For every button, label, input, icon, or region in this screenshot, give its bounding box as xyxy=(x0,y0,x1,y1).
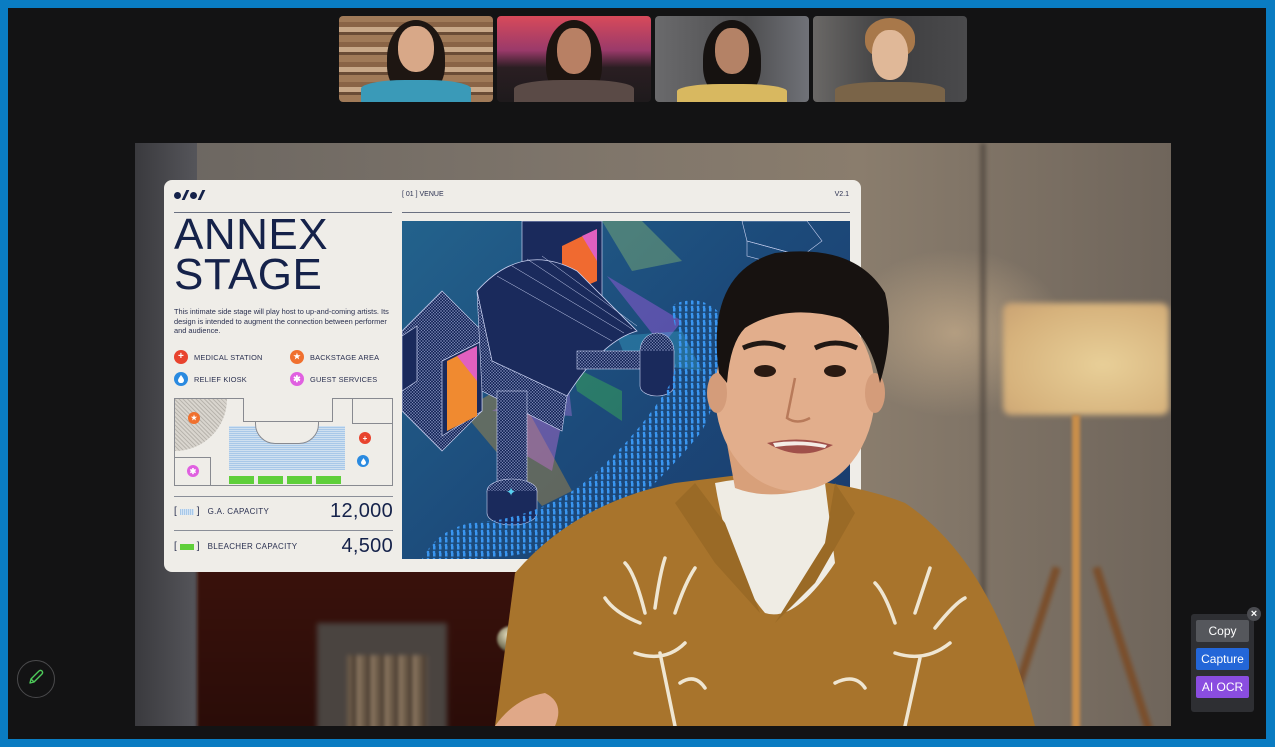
pencil-icon xyxy=(27,668,45,691)
ga-swatch: [ ] xyxy=(174,506,200,517)
title-line-1: ANNEX xyxy=(174,210,329,259)
bleacher-swatch: [ ] xyxy=(174,541,200,552)
main-video-feed: ANNEX STAGE This intimate side stage wil… xyxy=(135,143,1171,726)
participant-tile[interactable] xyxy=(813,16,967,102)
brand-logo xyxy=(174,190,206,200)
copy-button[interactable]: Copy xyxy=(1196,620,1249,642)
water-drop-icon xyxy=(357,455,369,467)
legend-item-relief: RELIEF KIOSK xyxy=(174,372,290,386)
floor-plan: ★ + ✱ xyxy=(174,398,393,486)
capacity-value: 4,500 xyxy=(341,535,393,557)
background-shelf xyxy=(197,563,617,726)
bleacher-block xyxy=(258,476,283,484)
decor-orb xyxy=(497,626,525,652)
close-icon[interactable]: × xyxy=(1247,607,1261,621)
capacity-label: G.A. CAPACITY xyxy=(207,507,270,516)
side-zone xyxy=(352,398,392,424)
plus-icon: + xyxy=(174,350,188,364)
backstage-zone xyxy=(175,399,227,451)
divider xyxy=(402,212,850,213)
participant-strip xyxy=(339,16,967,102)
background-wall-seam xyxy=(980,143,986,726)
legend-item-medical: + MEDICAL STATION xyxy=(174,350,290,364)
divider xyxy=(174,496,393,497)
floor-lamp-pole xyxy=(1072,415,1080,726)
meeting-stage: ANNEX STAGE This intimate side stage wil… xyxy=(8,8,1266,739)
bleacher-block xyxy=(316,476,341,484)
capacity-value: 12,000 xyxy=(330,500,393,522)
svg-text:✦: ✦ xyxy=(506,485,516,499)
version-label: V2.1 xyxy=(834,191,849,198)
venue-poster: ANNEX STAGE This intimate side stage wil… xyxy=(164,180,861,572)
legend: + MEDICAL STATION ★ BACKSTAGE AREA RELIE… xyxy=(174,350,399,386)
participant-tile[interactable] xyxy=(497,16,651,102)
poster-title: ANNEX STAGE xyxy=(174,210,329,299)
legend-label: RELIEF KIOSK xyxy=(194,374,247,384)
legend-label: GUEST SERVICES xyxy=(310,374,378,384)
bleacher-capacity-row: [ ] BLEACHER CAPACITY 4,500 xyxy=(174,535,393,558)
legend-item-backstage: ★ BACKSTAGE AREA xyxy=(290,350,400,364)
divider xyxy=(174,530,393,531)
venue-illustration: ✦ xyxy=(402,221,850,559)
legend-label: BACKSTAGE AREA xyxy=(310,352,380,362)
floor-lamp-leg xyxy=(1092,566,1156,726)
plus-icon: + xyxy=(359,432,371,444)
annotate-button[interactable] xyxy=(17,660,55,698)
legend-item-guest: ✱ GUEST SERVICES xyxy=(290,372,400,386)
asterisk-icon: ✱ xyxy=(290,372,304,386)
participant-tile[interactable] xyxy=(339,16,493,102)
floor-lamp-leg xyxy=(997,566,1061,726)
stage-outline xyxy=(243,398,333,422)
books xyxy=(347,655,427,726)
ga-capacity-row: [ ] G.A. CAPACITY 12,000 xyxy=(174,500,393,523)
water-drop-icon xyxy=(174,372,188,386)
poster-description: This intimate side stage will play host … xyxy=(174,307,389,335)
bleacher-block xyxy=(287,476,312,484)
legend-label: MEDICAL STATION xyxy=(194,352,263,362)
capacity-label: BLEACHER CAPACITY xyxy=(207,542,298,551)
ai-ocr-button[interactable]: AI OCR xyxy=(1196,676,1249,698)
title-line-2: STAGE xyxy=(174,250,323,299)
floor-lamp-shade xyxy=(1003,303,1169,415)
participant-tile[interactable] xyxy=(655,16,809,102)
bleacher-block xyxy=(229,476,254,484)
section-label: [ 01 ] VENUE xyxy=(402,191,444,198)
star-icon: ★ xyxy=(188,412,200,424)
ocr-toolbar: Copy Capture AI OCR xyxy=(1191,614,1254,712)
capture-button[interactable]: Capture xyxy=(1196,648,1249,670)
isometric-venue-art: ✦ xyxy=(402,221,823,559)
star-icon: ★ xyxy=(290,350,304,364)
asterisk-icon: ✱ xyxy=(187,465,199,477)
bleachers xyxy=(229,476,341,484)
